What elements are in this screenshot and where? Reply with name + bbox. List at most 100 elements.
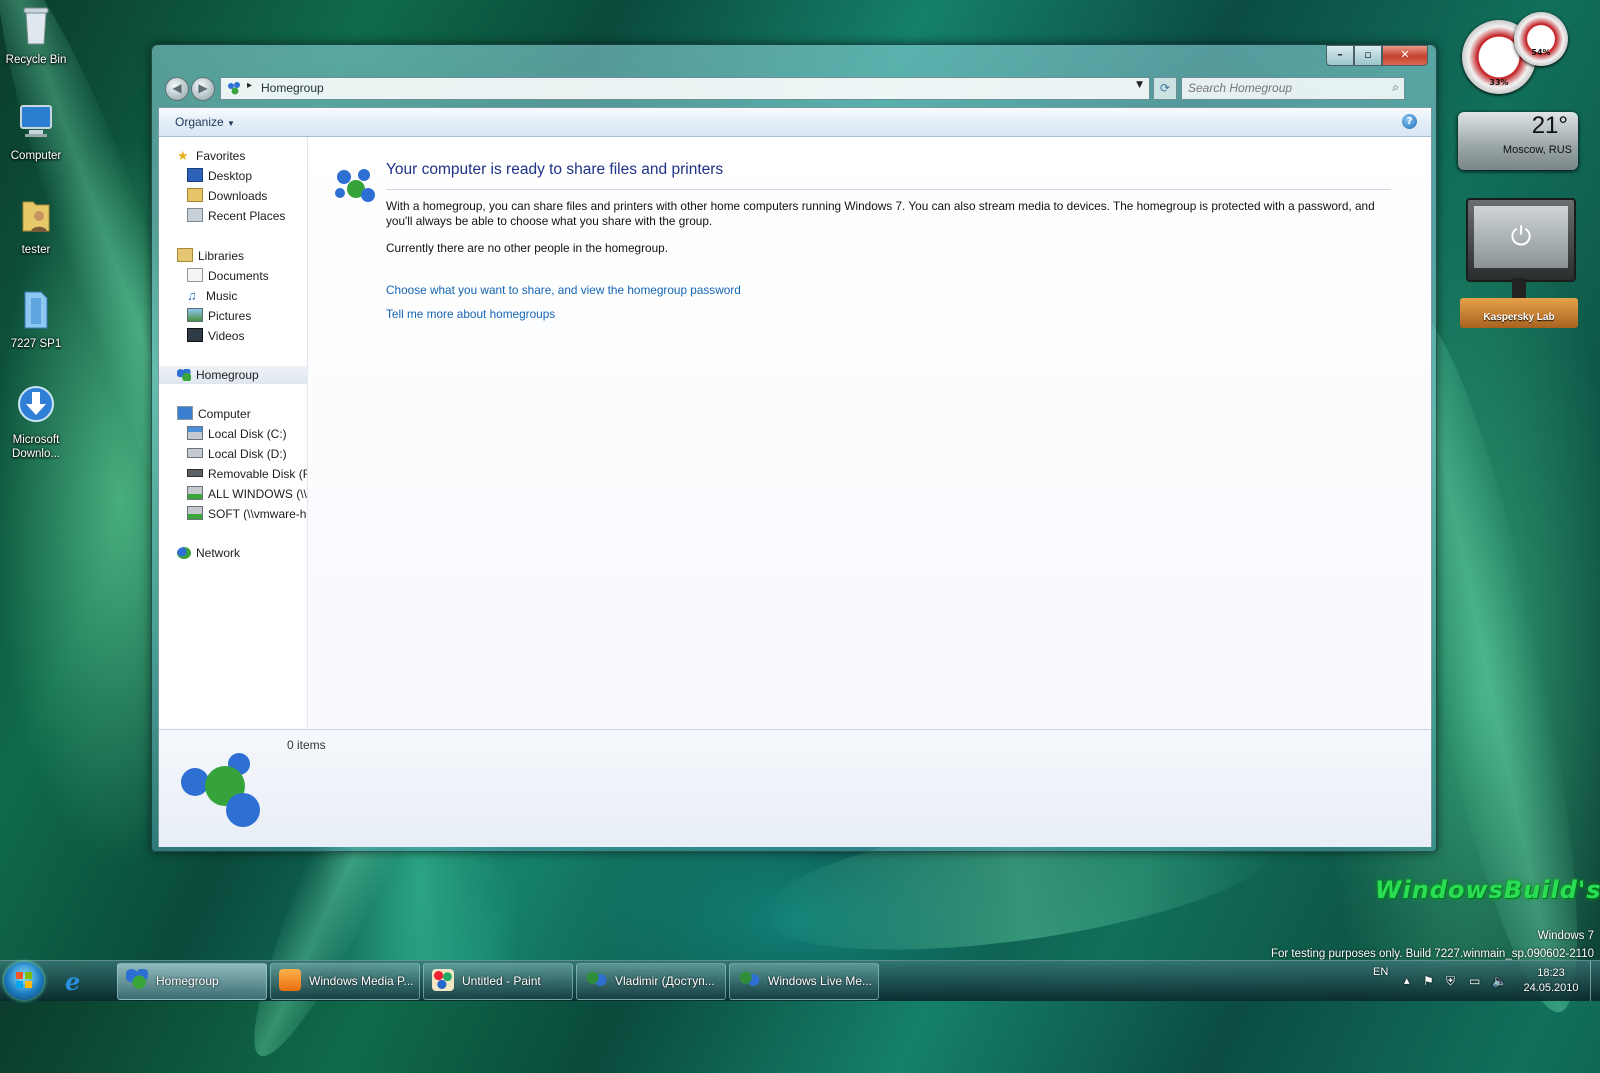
nav-desktop[interactable]: Desktop (187, 167, 252, 185)
learn-more-link[interactable]: Tell me more about homegroups (386, 307, 555, 321)
nav-music-label: Music (206, 289, 238, 303)
downloads-icon (187, 188, 203, 202)
kaspersky-gadget[interactable]: ⏻ Kaspersky Lab (1460, 198, 1578, 330)
watermark-os: Windows 7 (1537, 930, 1594, 942)
search-icon[interactable]: ⌕ (1392, 80, 1399, 95)
nav-recent-places[interactable]: Recent Places (187, 207, 285, 225)
user-folder-icon (22, 201, 50, 232)
desktop-icon-7227-sp1[interactable]: 7227 SP1 (2, 288, 70, 351)
videos-icon (187, 328, 203, 342)
nav-disk-c[interactable]: Local Disk (C:) (187, 425, 287, 443)
nav-share-soft[interactable]: SOFT (\\vmware-host) (187, 505, 307, 523)
organize-button[interactable]: Organize ▼ (175, 115, 235, 129)
address-bar-row: ◀ ▶ ▸ Homegroup ▼ ⟳ ⌕ (159, 75, 1427, 101)
chevron-down-icon: ▼ (227, 119, 235, 128)
monitor-icon: ⏻ (1466, 198, 1576, 282)
windows-builds-logo: WindowsBuild's (1375, 876, 1600, 904)
taskbar-label: Untitled - Paint (462, 974, 541, 988)
desktop-icon-label: tester (21, 244, 51, 256)
nav-music[interactable]: ♫ Music (187, 287, 237, 305)
watermark-build: For testing purposes only. Build 7227.wi… (1270, 948, 1594, 960)
nav-videos[interactable]: Videos (187, 327, 244, 345)
breadcrumb-chevron-icon[interactable]: ▸ (247, 80, 252, 91)
desktop-icon-microsoft-download[interactable]: Microsoft Downlo... (2, 384, 70, 461)
desktop-icon-label: Recycle Bin (5, 54, 67, 66)
nav-disk-d-label: Local Disk (D:) (208, 447, 287, 461)
nav-downloads[interactable]: Downloads (187, 187, 267, 205)
nav-share-all-windows[interactable]: ALL WINDOWS (\\vmware-host) (187, 485, 307, 503)
messenger-icon (738, 969, 760, 991)
desktop-icon-recycle-bin[interactable]: Recycle Bin (2, 4, 70, 67)
nav-computer-label: Computer (198, 407, 251, 421)
removable-drive-icon (187, 469, 203, 477)
taskbar-button-vladimir[interactable]: Vladimir (Доступ... (576, 963, 726, 1000)
nav-libraries-label: Libraries (198, 249, 245, 263)
divider (386, 189, 1391, 190)
nav-documents[interactable]: Documents (187, 267, 269, 285)
address-dropdown-icon[interactable]: ▼ (1136, 80, 1143, 90)
taskbar-button-media-player[interactable]: Windows Media P... (270, 963, 420, 1000)
breadcrumb-homegroup[interactable]: Homegroup (261, 81, 324, 95)
taskbar-button-homegroup[interactable]: Homegroup (117, 963, 267, 1000)
refresh-icon[interactable]: ⟳ (1153, 77, 1177, 100)
homegroup-icon (228, 82, 240, 95)
memory-meter-gadget[interactable]: 54% (1514, 12, 1568, 66)
desktop-icon-label: 7227 SP1 (10, 338, 62, 350)
nav-disk-f[interactable]: Removable Disk (F:) (187, 465, 307, 483)
security-icon[interactable]: ⛨ (1446, 961, 1455, 1001)
weather-city: Moscow, RUS (1502, 144, 1572, 156)
weather-gadget[interactable]: 21° Moscow, RUS (1458, 112, 1578, 170)
search-box[interactable]: ⌕ (1181, 77, 1405, 100)
documents-icon (187, 268, 203, 282)
homegroup-icon (177, 369, 191, 381)
nav-network-label: Network (196, 546, 241, 560)
nav-favorites[interactable]: ★ Favorites (177, 147, 245, 165)
power-icon: ⏻ (1474, 206, 1568, 268)
nav-computer[interactable]: Computer (177, 405, 251, 423)
address-bar[interactable]: ▸ Homegroup ▼ (220, 77, 1150, 100)
nav-pictures-label: Pictures (208, 309, 252, 323)
nav-network[interactable]: Network (177, 544, 240, 562)
weather-temperature: 21° (1531, 112, 1568, 139)
nav-pictures[interactable]: Pictures (187, 307, 251, 325)
caption-buttons: – ▫ ✕ (1326, 45, 1428, 66)
cpu-percent: 33% (1489, 78, 1509, 87)
nav-disk-d[interactable]: Local Disk (D:) (187, 445, 287, 463)
taskbar-button-paint[interactable]: Untitled - Paint (423, 963, 573, 1000)
memory-percent: 54% (1531, 48, 1551, 57)
page-title: Your computer is ready to share files an… (386, 161, 724, 178)
homegroup-icon (335, 169, 375, 202)
clock[interactable]: 18:23 24.05.2010 (1516, 966, 1586, 996)
explorer-window[interactable]: – ▫ ✕ ◀ ▶ ▸ Homegroup ▼ ⟳ ⌕ Organize ▼ ?… (151, 44, 1437, 852)
help-icon[interactable]: ? (1402, 114, 1417, 129)
nav-libraries[interactable]: Libraries (177, 247, 244, 265)
maximize-button[interactable]: ▫ (1354, 45, 1382, 66)
back-button[interactable]: ◀ (165, 77, 189, 101)
nav-disk-c-label: Local Disk (C:) (208, 427, 287, 441)
network-tray-icon[interactable]: ▭ (1469, 961, 1480, 1001)
details-pane: 0 items (159, 729, 1431, 847)
taskbar-button-live-messenger[interactable]: Windows Live Me... (729, 963, 879, 1000)
forward-button[interactable]: ▶ (191, 77, 215, 101)
nav-homegroup[interactable]: Homegroup (159, 366, 307, 384)
navigation-pane: ★ Favorites Desktop Downloads Recent Plac… (159, 137, 308, 729)
system-drive-icon (187, 426, 203, 440)
internet-explorer-icon[interactable]: e (65, 967, 80, 996)
show-desktop-button[interactable] (1590, 961, 1600, 1001)
nav-videos-label: Videos (208, 329, 245, 343)
folder-icon (24, 291, 48, 329)
language-indicator[interactable]: EN (1373, 961, 1388, 1001)
nav-desktop-label: Desktop (208, 169, 253, 183)
start-button[interactable] (4, 962, 44, 1000)
share-settings-link[interactable]: Choose what you want to share, and view … (386, 283, 741, 297)
desktop-icon-computer[interactable]: Computer (2, 100, 70, 163)
network-drive-icon (187, 506, 203, 520)
minimize-button[interactable]: – (1326, 45, 1354, 66)
action-center-flag-icon[interactable]: ⚑ (1423, 961, 1434, 1001)
show-hidden-icons-icon[interactable]: ▴ (1404, 961, 1410, 1001)
volume-icon[interactable]: 🔈 (1492, 961, 1507, 1001)
search-input[interactable] (1182, 78, 1378, 97)
desktop-icon-tester[interactable]: tester (2, 194, 70, 257)
close-button[interactable]: ✕ (1382, 45, 1428, 66)
nav-share2-label: SOFT (\\vmware-host) (208, 507, 307, 521)
